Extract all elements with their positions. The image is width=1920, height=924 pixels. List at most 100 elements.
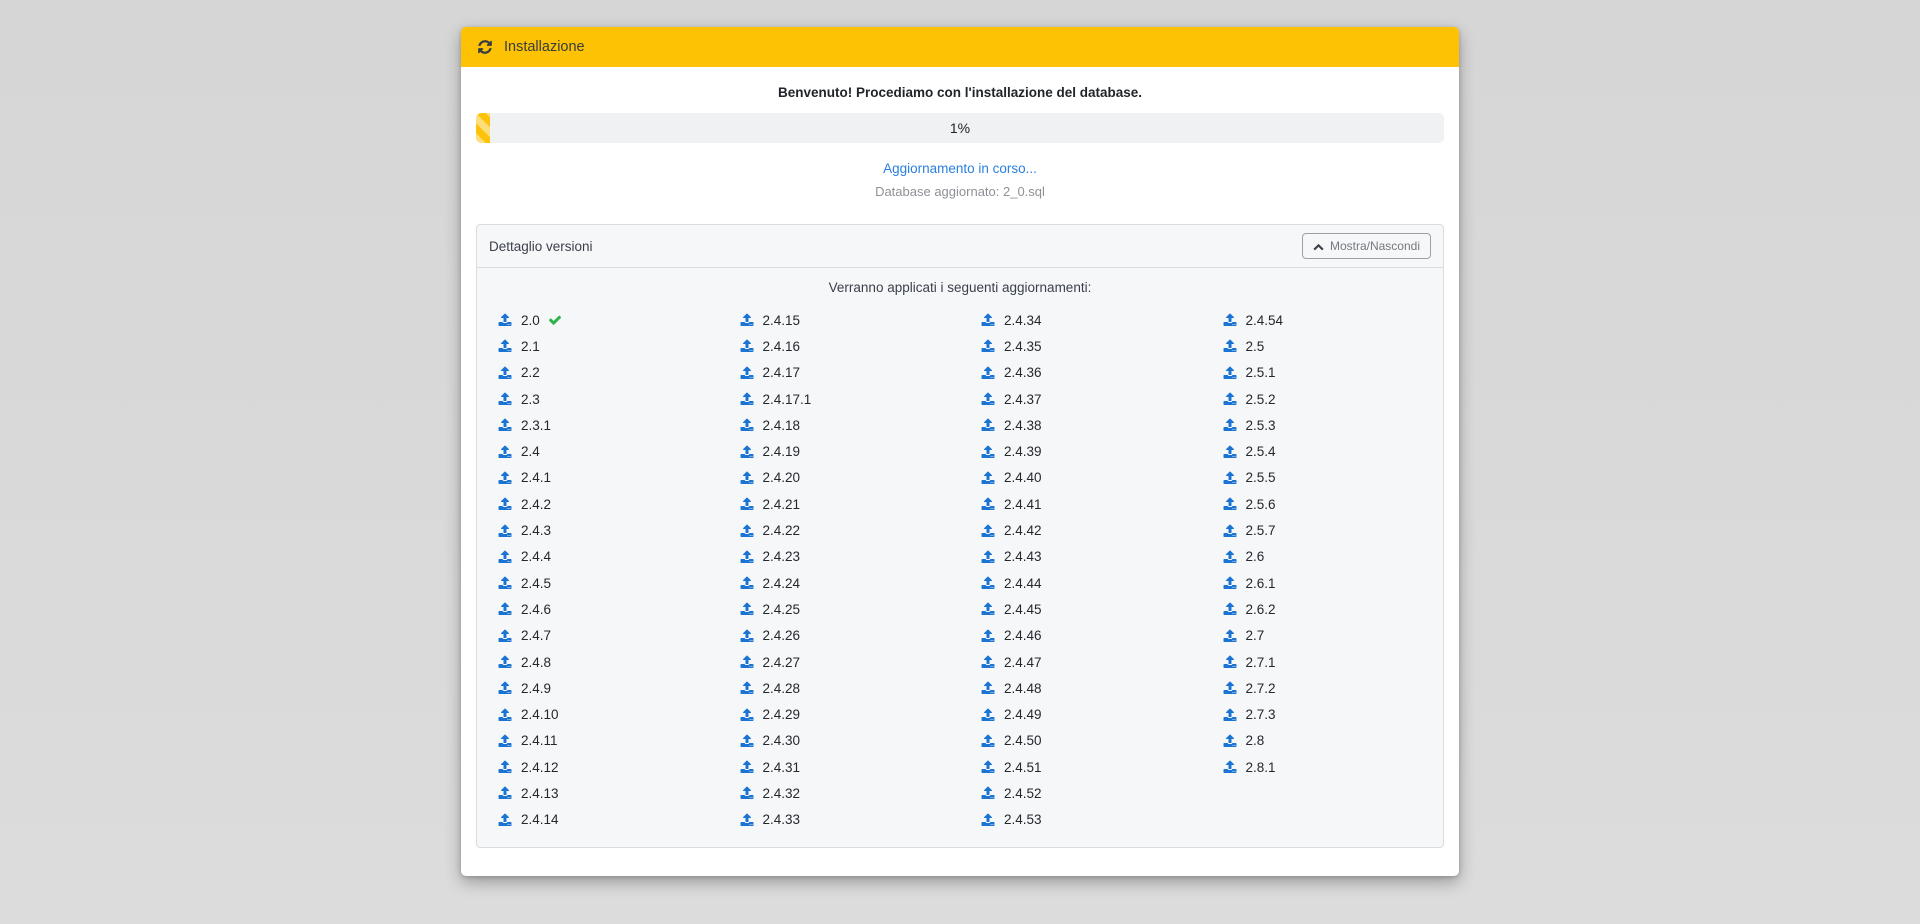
version-label: 2.4.10: [521, 707, 559, 722]
versions-panel: Dettaglio versioni Mostra/Nascondi Verra…: [476, 224, 1444, 848]
version-item: 2.4.10: [477, 701, 719, 727]
version-item: 2.4.27: [719, 649, 961, 675]
version-label: 2.5.1: [1246, 365, 1276, 380]
version-label: 2.7: [1246, 628, 1265, 643]
version-item: 2.4.39: [960, 438, 1202, 464]
version-label: 2.4.24: [763, 576, 801, 591]
upload-icon: [1222, 655, 1238, 669]
versions-panel-body: Verranno applicati i seguenti aggiorname…: [477, 268, 1443, 847]
version-label: 2.3: [521, 392, 540, 407]
upload-icon: [739, 786, 755, 800]
version-label: 2.4.9: [521, 681, 551, 696]
version-item: 2.4.17: [719, 360, 961, 386]
upload-icon: [739, 734, 755, 748]
upload-icon: [739, 418, 755, 432]
version-item: 2.4.38: [960, 412, 1202, 438]
versions-intro: Verranno applicati i seguenti aggiorname…: [477, 280, 1443, 295]
chevron-up-icon: [1313, 241, 1324, 252]
version-label: 2.4.11: [521, 733, 558, 748]
version-item: 2.8.1: [1202, 754, 1444, 780]
version-label: 2.4.2: [521, 497, 551, 512]
version-item: 2.4.47: [960, 649, 1202, 675]
upload-icon: [739, 813, 755, 827]
upload-icon: [980, 681, 996, 695]
version-item: 2.4.11: [477, 728, 719, 754]
version-item: 2.6: [1202, 544, 1444, 570]
refresh-icon: [477, 39, 493, 55]
version-label: 2.4.5: [521, 576, 551, 591]
version-label: 2.8.1: [1246, 760, 1276, 775]
version-item: 2.4.50: [960, 728, 1202, 754]
version-label: 2.4.53: [1004, 812, 1042, 827]
upload-icon: [739, 629, 755, 643]
version-label: 2.4.51: [1004, 760, 1042, 775]
version-item: 2.4.51: [960, 754, 1202, 780]
version-label: 2.4.38: [1004, 418, 1042, 433]
version-item: 2.4: [477, 438, 719, 464]
upload-icon: [739, 708, 755, 722]
version-item: 2.4.8: [477, 649, 719, 675]
version-item: 2.5.1: [1202, 360, 1444, 386]
upload-icon: [980, 786, 996, 800]
upload-icon: [1222, 471, 1238, 485]
version-label: 2.4.36: [1004, 365, 1042, 380]
version-label: 2.4.17.1: [763, 392, 812, 407]
upload-icon: [1222, 708, 1238, 722]
version-label: 2.4.35: [1004, 339, 1042, 354]
window-title: Installazione: [504, 39, 585, 55]
upload-icon: [1222, 366, 1238, 380]
version-item: 2.5.6: [1202, 491, 1444, 517]
version-item: 2.4.7: [477, 623, 719, 649]
version-item: 2.4.20: [719, 465, 961, 491]
version-label: 2.8: [1246, 733, 1265, 748]
upload-icon: [739, 576, 755, 590]
upload-icon: [497, 576, 513, 590]
version-label: 2.4.28: [763, 681, 801, 696]
version-item: 2.3.1: [477, 412, 719, 438]
upload-icon: [739, 602, 755, 616]
version-item: 2.5.4: [1202, 438, 1444, 464]
version-label: 2.4.37: [1004, 392, 1042, 407]
version-label: 2.4.15: [763, 313, 801, 328]
toggle-versions-label: Mostra/Nascondi: [1330, 239, 1420, 253]
version-label: 2.4.13: [521, 786, 559, 801]
version-item: 2.5.3: [1202, 412, 1444, 438]
install-window-titlebar: Installazione: [461, 27, 1459, 67]
version-label: 2.4.20: [763, 470, 801, 485]
version-label: 2.4.26: [763, 628, 801, 643]
upload-icon: [980, 313, 996, 327]
status-detail: Database aggiornato: 2_0.sql: [476, 184, 1444, 199]
versions-grid: 2.02.12.22.32.3.12.42.4.12.4.22.4.32.4.4…: [477, 307, 1443, 833]
version-label: 2.7.1: [1246, 655, 1276, 670]
upload-icon: [497, 734, 513, 748]
upload-icon: [1222, 550, 1238, 564]
upload-icon: [1222, 602, 1238, 616]
install-window: Installazione Benvenuto! Procediamo con …: [461, 27, 1459, 876]
version-item: 2.4.13: [477, 780, 719, 806]
upload-icon: [497, 550, 513, 564]
version-item: 2.7: [1202, 623, 1444, 649]
toggle-versions-button[interactable]: Mostra/Nascondi: [1302, 233, 1431, 259]
upload-icon: [980, 339, 996, 353]
version-item: 2.4.31: [719, 754, 961, 780]
version-item: 2.4.35: [960, 333, 1202, 359]
version-item: 2.7.2: [1202, 675, 1444, 701]
upload-icon: [497, 471, 513, 485]
version-item: 2.4.3: [477, 517, 719, 543]
version-item: 2.3: [477, 386, 719, 412]
upload-icon: [739, 339, 755, 353]
upload-icon: [980, 576, 996, 590]
version-label: 2.4.32: [763, 786, 801, 801]
version-label: 2.5.3: [1246, 418, 1276, 433]
upload-icon: [739, 445, 755, 459]
version-label: 2.4.21: [763, 497, 801, 512]
version-label: 2.4.42: [1004, 523, 1042, 538]
upload-icon: [980, 497, 996, 511]
upload-icon: [497, 760, 513, 774]
version-item: 2.4.22: [719, 517, 961, 543]
upload-icon: [739, 313, 755, 327]
versions-panel-header: Dettaglio versioni Mostra/Nascondi: [477, 225, 1443, 268]
version-item: 2.4.30: [719, 728, 961, 754]
version-label: 2.1: [521, 339, 540, 354]
upload-icon: [497, 629, 513, 643]
